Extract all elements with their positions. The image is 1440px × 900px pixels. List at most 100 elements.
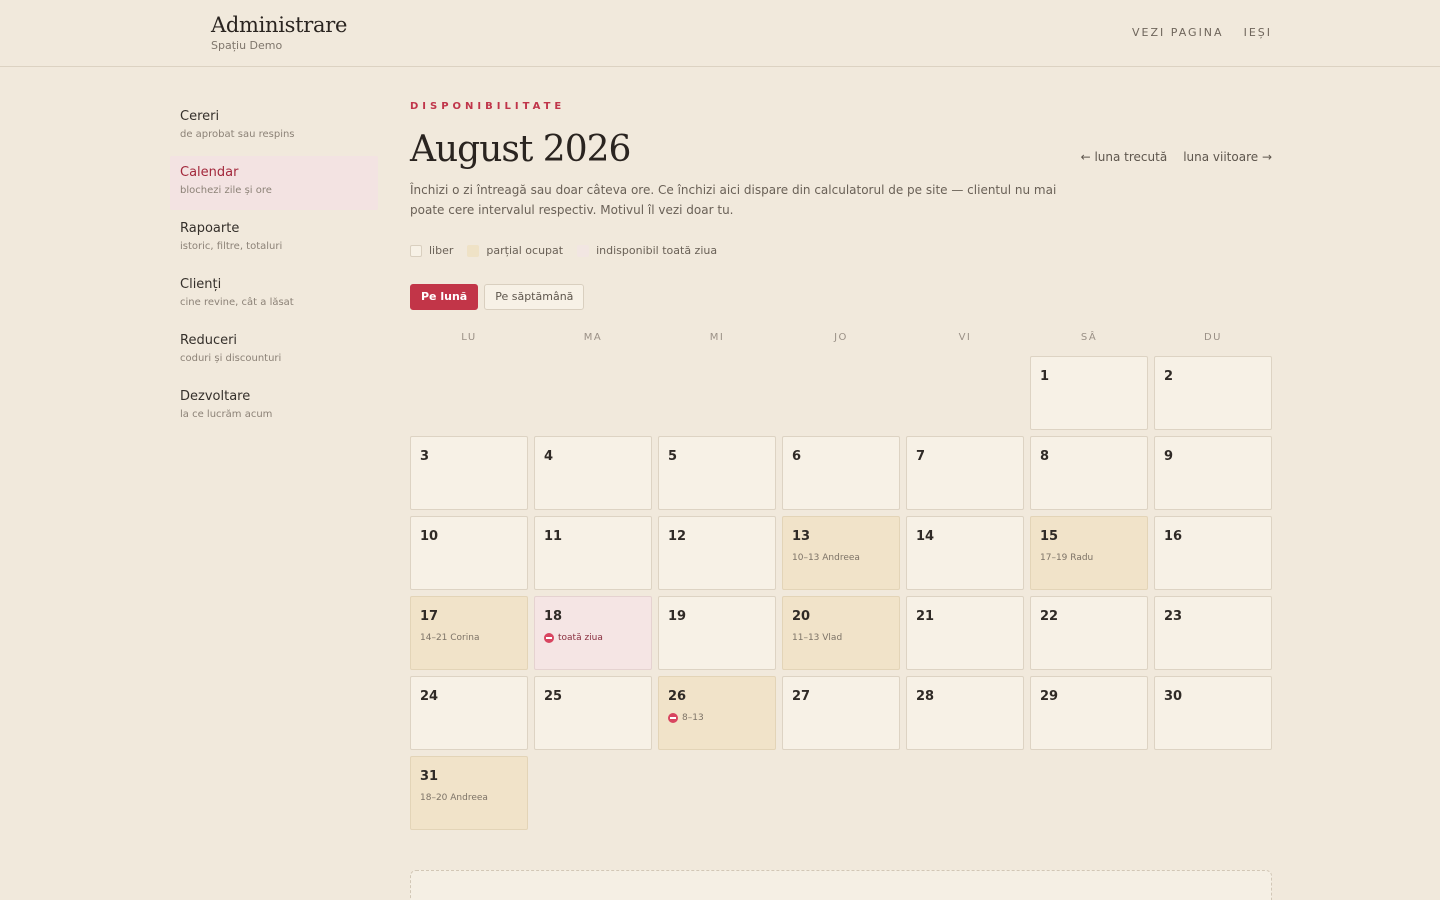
view-toggle: Pe lună Pe săptămână xyxy=(410,284,585,310)
calendar-day-cell[interactable]: 20 11–13 Vlad xyxy=(782,596,900,670)
sidebar-item-label: Clienți xyxy=(180,277,222,292)
calendar-day-cell[interactable]: 10 xyxy=(410,516,528,590)
day-note-text: 14–21 Corina xyxy=(420,633,480,643)
calendar-day-cell[interactable]: 17 14–21 Corina xyxy=(410,596,528,670)
section-eyebrow: DISPONIBILITATE xyxy=(410,101,566,112)
day-note-text: 18–20 Andreea xyxy=(420,793,488,803)
day-number: 15 xyxy=(1040,529,1059,544)
day-number: 19 xyxy=(668,609,687,624)
legend-free: liber xyxy=(410,244,453,257)
sidebar-item-calendar[interactable]: Calendar blochezi zile și ore xyxy=(170,156,378,210)
prev-month-link[interactable]: ← luna trecută xyxy=(1081,150,1168,164)
sidebar-item-desc: blochezi zile și ore xyxy=(180,185,272,196)
day-number: 23 xyxy=(1164,609,1183,624)
day-note: 8–13 xyxy=(668,712,766,724)
weekday-label: DU xyxy=(1203,332,1223,343)
calendar-day-cell[interactable]: 30 xyxy=(1154,676,1272,750)
calendar-day-cell[interactable]: 6 xyxy=(782,436,900,510)
sidebar-item-clients[interactable]: Clienți cine revine, cât a lăsat xyxy=(170,268,378,322)
next-month-link[interactable]: luna viitoare → xyxy=(1183,150,1272,164)
calendar-day-cell[interactable]: 8 xyxy=(1030,436,1148,510)
sidebar: Cereri de aprobat sau respins Calendar b… xyxy=(170,100,378,436)
sidebar-item-requests[interactable]: Cereri de aprobat sau respins xyxy=(170,100,378,154)
logout-link[interactable]: IEȘI xyxy=(1244,26,1272,39)
sidebar-item-label: Cereri xyxy=(180,109,220,124)
day-number: 11 xyxy=(544,529,563,544)
day-number: 13 xyxy=(792,529,811,544)
calendar-day-cell[interactable]: 25 xyxy=(534,676,652,750)
day-number: 5 xyxy=(668,449,678,464)
day-number: 3 xyxy=(420,449,430,464)
calendar-day-cell[interactable]: 2 xyxy=(1154,356,1272,430)
header-nav: VEZI PAGINA IEȘI xyxy=(1132,26,1272,39)
calendar-day-cell[interactable]: 16 xyxy=(1154,516,1272,590)
legend: liber parțial ocupat indisponibil toată … xyxy=(410,244,717,257)
sidebar-item-label: Reduceri xyxy=(180,333,238,348)
workspace-name: Spațiu Demo xyxy=(211,39,283,52)
day-note-text: 11–13 Vlad xyxy=(792,633,843,643)
sidebar-item-label: Calendar xyxy=(180,165,239,180)
sidebar-item-desc: istoric, filtre, totaluri xyxy=(180,241,283,252)
calendar-day-cell[interactable]: 19 xyxy=(658,596,776,670)
day-number: 31 xyxy=(420,769,439,784)
sidebar-item-development[interactable]: Dezvoltare la ce lucrăm acum xyxy=(170,380,378,434)
legend-label: indisponibil toată ziua xyxy=(596,244,718,257)
day-note: 17–19 Radu xyxy=(1040,552,1138,564)
calendar-day-cell[interactable]: 24 xyxy=(410,676,528,750)
calendar-day-cell[interactable]: 18 toată ziua xyxy=(534,596,652,670)
day-note: 18–20 Andreea xyxy=(420,792,518,804)
calendar-day-cell[interactable]: 5 xyxy=(658,436,776,510)
day-number: 30 xyxy=(1164,689,1183,704)
day-number: 22 xyxy=(1040,609,1059,624)
unavailable-swatch xyxy=(577,244,590,257)
calendar-day-cell[interactable]: 1 xyxy=(1030,356,1148,430)
partial-swatch xyxy=(467,244,480,257)
view-page-link[interactable]: VEZI PAGINA xyxy=(1132,26,1224,39)
details-panel xyxy=(410,870,1272,900)
calendar-day-cell[interactable]: 13 10–13 Andreea xyxy=(782,516,900,590)
calendar-day-cell[interactable]: 14 xyxy=(906,516,1024,590)
calendar-day-cell[interactable]: 26 8–13 xyxy=(658,676,776,750)
calendar-day-cell[interactable]: 23 xyxy=(1154,596,1272,670)
calendar-day-cell[interactable]: 29 xyxy=(1030,676,1148,750)
calendar-grid: 1 2 3 4 5 6 7 8 9 10 11 12 13 10–13 Andreea 14 15 17–19 … xyxy=(410,356,1272,830)
calendar-day-cell[interactable]: 27 xyxy=(782,676,900,750)
calendar-day-cell[interactable]: 3 xyxy=(410,436,528,510)
calendar-day-cell[interactable]: 7 xyxy=(906,436,1024,510)
legend-unavailable: indisponibil toată ziua xyxy=(577,244,717,257)
sidebar-item-reports[interactable]: Rapoarte istoric, filtre, totaluri xyxy=(170,212,378,266)
day-note-text: 17–19 Radu xyxy=(1040,553,1094,563)
calendar-day-cell[interactable]: 11 xyxy=(534,516,652,590)
day-number: 8 xyxy=(1040,449,1050,464)
day-note-text: 8–13 xyxy=(682,713,704,723)
calendar-day-cell[interactable]: 31 18–20 Andreea xyxy=(410,756,528,830)
sidebar-item-desc: la ce lucrăm acum xyxy=(180,409,273,420)
day-number: 20 xyxy=(792,609,811,624)
weekday-header: LU MA MI JO VI SÂ DU xyxy=(410,332,1272,346)
calendar-day-cell[interactable]: 21 xyxy=(906,596,1024,670)
sidebar-item-desc: de aprobat sau respins xyxy=(180,129,295,140)
day-number: 2 xyxy=(1164,369,1174,384)
weekday-label: JO xyxy=(834,332,848,343)
calendar-day-cell[interactable]: 4 xyxy=(534,436,652,510)
calendar-day-cell[interactable]: 12 xyxy=(658,516,776,590)
month-view-button[interactable]: Pe lună xyxy=(410,284,479,310)
calendar-day-cell[interactable]: 15 17–19 Radu xyxy=(1030,516,1148,590)
top-header: Administrare Spațiu Demo VEZI PAGINA IEȘ… xyxy=(0,0,1440,67)
weekday-label: MI xyxy=(709,332,725,343)
day-number: 1 xyxy=(1040,369,1050,384)
weekday-label: MA xyxy=(583,332,603,343)
sidebar-item-discounts[interactable]: Reduceri coduri și discounturi xyxy=(170,324,378,378)
legend-label: parțial ocupat xyxy=(486,244,564,257)
day-number: 6 xyxy=(792,449,802,464)
day-number: 10 xyxy=(420,529,439,544)
week-view-button[interactable]: Pe săptămână xyxy=(484,284,585,310)
day-number: 25 xyxy=(544,689,563,704)
calendar-day-cell[interactable]: 28 xyxy=(906,676,1024,750)
day-number: 24 xyxy=(420,689,439,704)
day-number: 21 xyxy=(916,609,935,624)
blocked-icon xyxy=(544,633,554,643)
calendar-day-cell[interactable]: 9 xyxy=(1154,436,1272,510)
day-number: 16 xyxy=(1164,529,1183,544)
calendar-day-cell[interactable]: 22 xyxy=(1030,596,1148,670)
